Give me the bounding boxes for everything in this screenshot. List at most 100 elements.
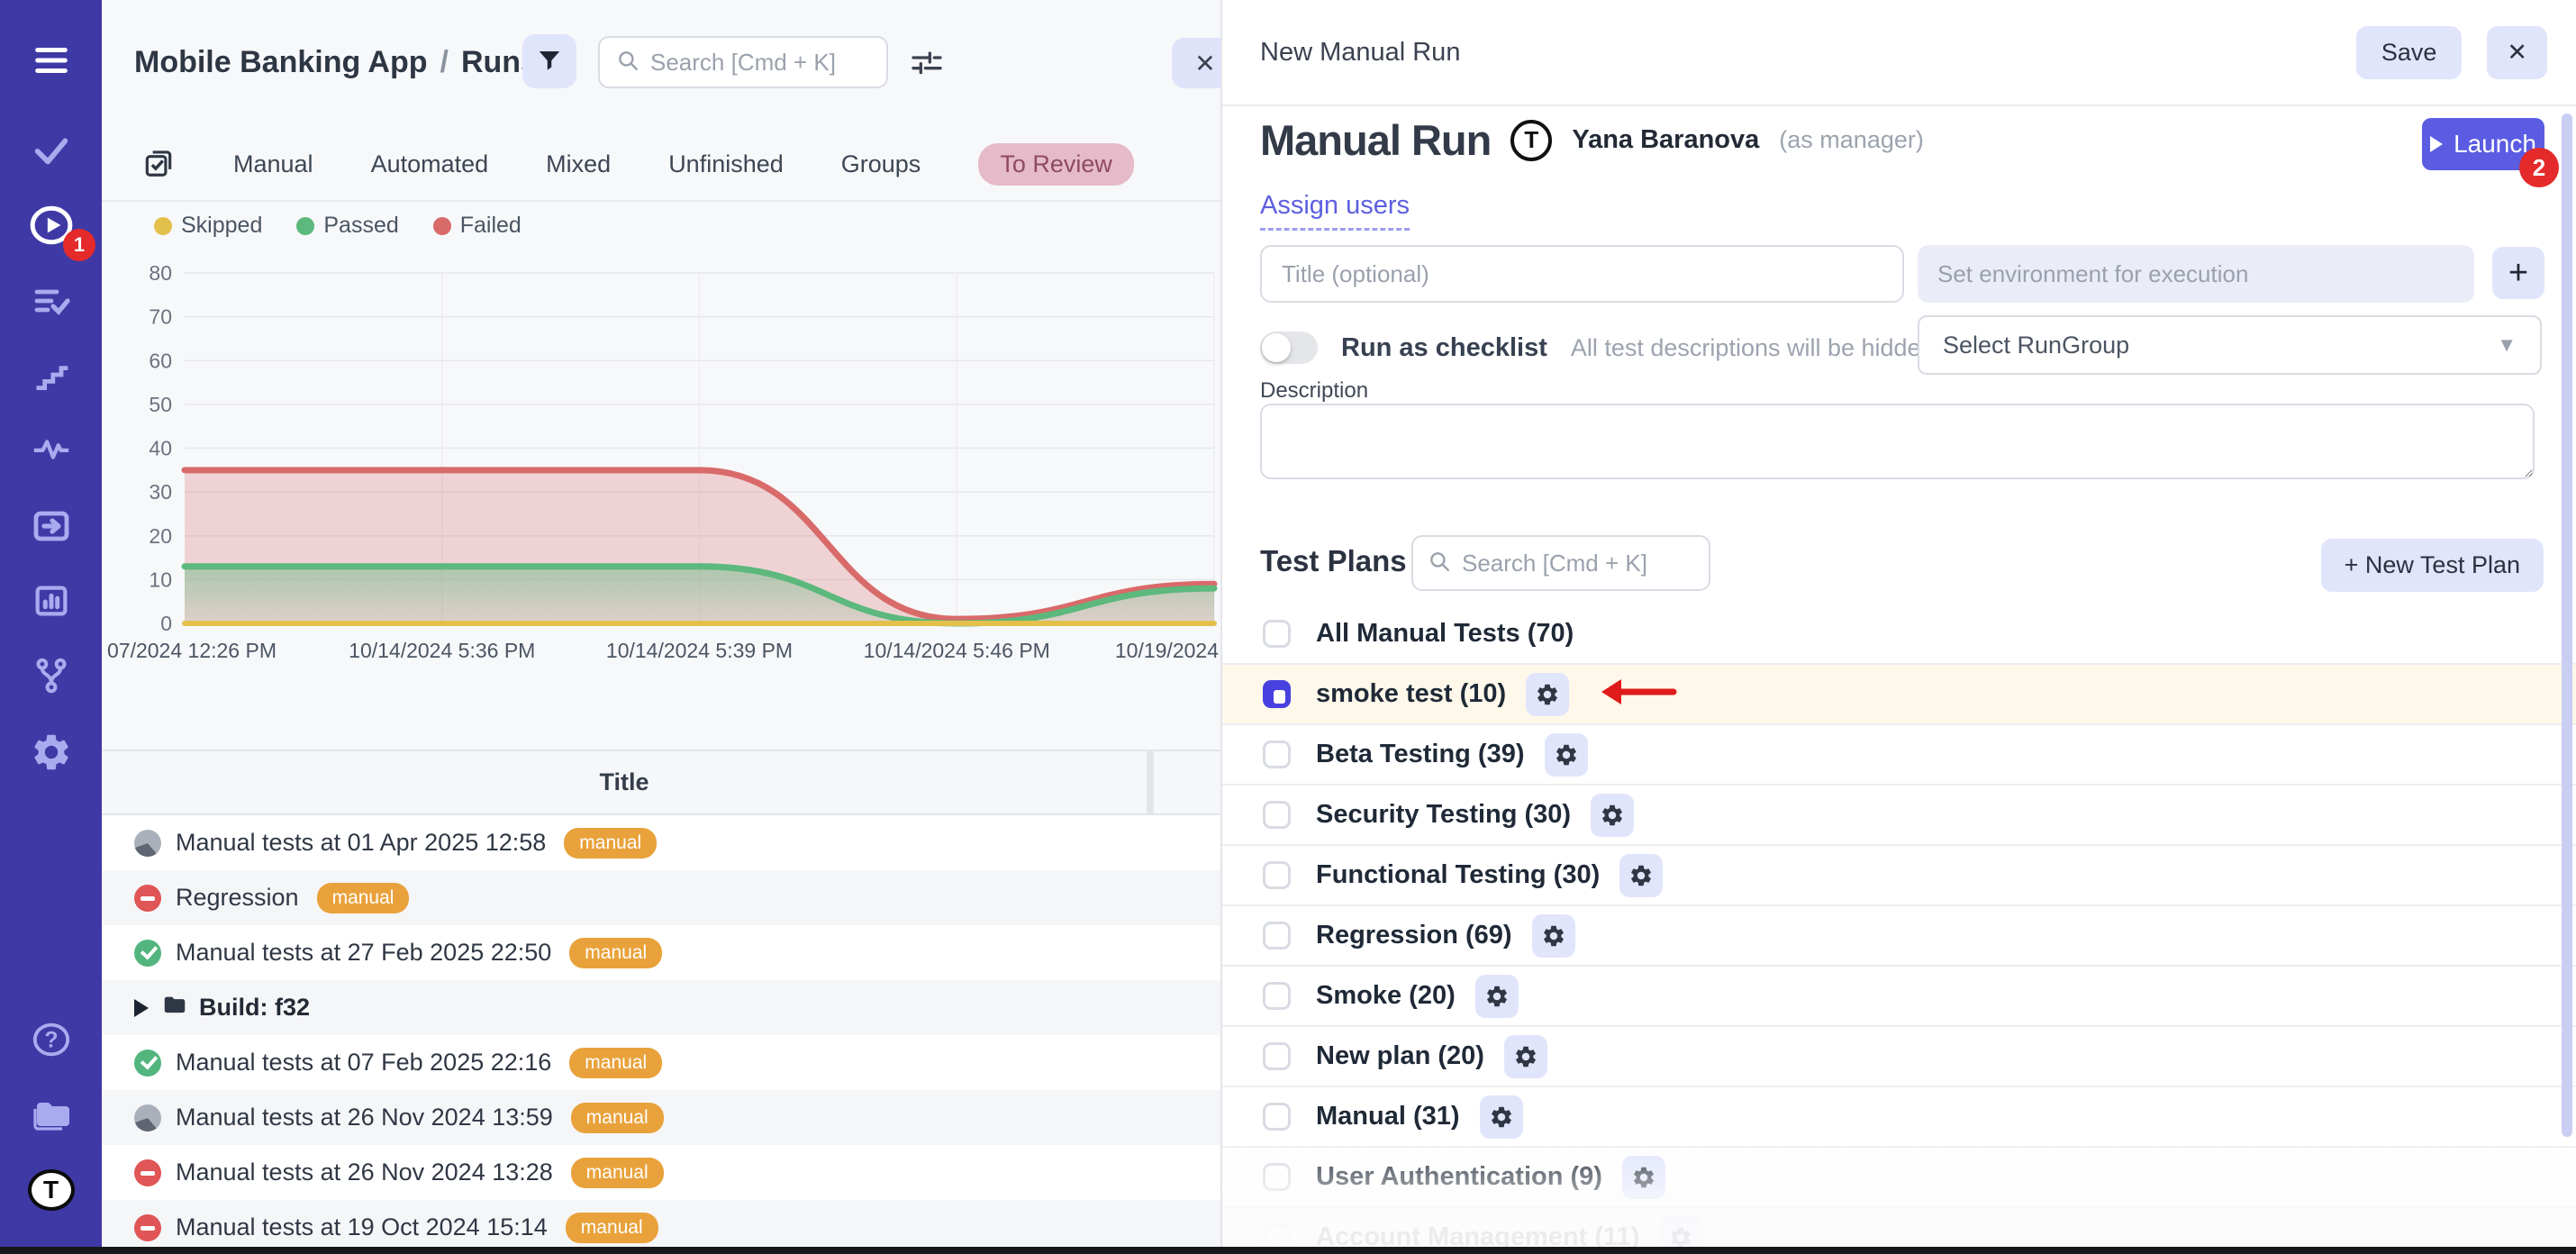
plan-settings-button[interactable]: [1545, 733, 1588, 777]
tab-mixed[interactable]: Mixed: [546, 150, 611, 178]
app-logo[interactable]: T: [0, 1161, 102, 1219]
plan-settings-button[interactable]: [1619, 854, 1663, 897]
plan-checkbox[interactable]: [1263, 620, 1291, 648]
checklist-toggle[interactable]: [1260, 332, 1318, 364]
plan-label[interactable]: smoke test (10): [1316, 679, 1506, 709]
panel-scrollbar[interactable]: [2562, 114, 2572, 1137]
save-button[interactable]: Save: [2356, 26, 2463, 79]
run-title-input[interactable]: [1260, 245, 1904, 303]
column-header-title[interactable]: Title: [102, 751, 1147, 813]
plan-checkbox[interactable]: [1263, 1163, 1291, 1191]
menu-icon[interactable]: [0, 32, 102, 89]
run-title[interactable]: Manual tests at 27 Feb 2025 22:50: [176, 939, 551, 967]
description-textarea[interactable]: [1260, 404, 2535, 479]
breadcrumb-project[interactable]: Mobile Banking App: [134, 45, 428, 80]
steps-icon[interactable]: [0, 346, 102, 404]
help-icon[interactable]: ?: [0, 1011, 102, 1068]
test-plan-row[interactable]: All Manual Tests (70): [1222, 604, 2576, 665]
projects-folder-icon[interactable]: [0, 1086, 102, 1143]
expand-arrow-icon[interactable]: [134, 999, 149, 1017]
plan-settings-button[interactable]: [1480, 1095, 1523, 1139]
table-row[interactable]: Manual tests at 01 Apr 2025 12:58 manual: [102, 815, 1220, 870]
results-list-icon[interactable]: [0, 272, 102, 330]
table-row[interactable]: Manual tests at 26 Nov 2024 13:59 manual: [102, 1090, 1220, 1145]
plan-label[interactable]: Regression (69): [1316, 921, 1512, 950]
run-title[interactable]: Manual tests at 26 Nov 2024 13:28: [176, 1159, 553, 1186]
plan-settings-button[interactable]: [1526, 673, 1569, 716]
test-plan-row[interactable]: Functional Testing (30): [1222, 846, 2576, 906]
select-all-icon[interactable]: [141, 145, 176, 184]
test-plan-row[interactable]: Manual (31): [1222, 1087, 2576, 1148]
plan-label[interactable]: New plan (20): [1316, 1041, 1484, 1071]
group-title[interactable]: Build: f32: [199, 994, 310, 1022]
plan-checkbox[interactable]: [1263, 982, 1291, 1010]
test-plan-row[interactable]: Regression (69): [1222, 906, 2576, 967]
plan-label[interactable]: Smoke (20): [1316, 981, 1456, 1011]
tab-groups[interactable]: Groups: [841, 150, 921, 178]
test-plans-search-input[interactable]: [1462, 550, 1694, 577]
tab-unfinished[interactable]: Unfinished: [668, 150, 784, 178]
view-settings-button[interactable]: [907, 47, 947, 79]
main-sidebar: 1 ? T: [0, 0, 102, 1254]
bottom-edge: [0, 1247, 2576, 1254]
plan-checkbox[interactable]: [1263, 1103, 1291, 1131]
runs-search-input[interactable]: [650, 49, 870, 77]
tab-manual[interactable]: Manual: [233, 150, 313, 178]
run-title[interactable]: Regression: [176, 884, 299, 912]
run-title[interactable]: Manual tests at 01 Apr 2025 12:58: [176, 829, 546, 857]
chevron-down-icon: ▼: [2497, 333, 2517, 357]
close-runs-panel-button[interactable]: ✕: [1172, 38, 1220, 88]
plan-label[interactable]: Manual (31): [1316, 1102, 1460, 1131]
table-row[interactable]: Manual tests at 19 Oct 2024 15:14 manual: [102, 1200, 1220, 1254]
plan-checkbox[interactable]: [1263, 1042, 1291, 1070]
pulse-icon[interactable]: [0, 420, 102, 477]
integrations-branch-icon[interactable]: [0, 647, 102, 704]
filter-button[interactable]: [522, 34, 576, 88]
settings-gear-icon[interactable]: [0, 723, 102, 781]
test-plan-row[interactable]: smoke test (10): [1222, 665, 2576, 725]
test-plan-row[interactable]: Security Testing (30): [1222, 786, 2576, 846]
plan-label[interactable]: Beta Testing (39): [1316, 740, 1525, 769]
plan-checkbox[interactable]: [1263, 922, 1291, 950]
plan-checkbox[interactable]: [1263, 741, 1291, 768]
run-title[interactable]: Manual tests at 26 Nov 2024 13:59: [176, 1104, 553, 1131]
test-plan-row[interactable]: Smoke (20): [1222, 967, 2576, 1027]
tab-automated[interactable]: Automated: [371, 150, 489, 178]
plan-label[interactable]: All Manual Tests (70): [1316, 619, 1574, 649]
analytics-icon[interactable]: [0, 572, 102, 630]
table-row[interactable]: Manual tests at 26 Nov 2024 13:28 manual: [102, 1145, 1220, 1200]
table-row[interactable]: Manual tests at 07 Feb 2025 22:16 manual: [102, 1035, 1220, 1090]
plan-label[interactable]: Security Testing (30): [1316, 800, 1571, 830]
plan-settings-button[interactable]: [1591, 794, 1634, 837]
plan-checkbox[interactable]: [1263, 680, 1291, 708]
environment-input[interactable]: [1918, 245, 2474, 303]
plan-label[interactable]: Functional Testing (30): [1316, 860, 1600, 890]
test-plan-row[interactable]: User Authentication (9): [1222, 1148, 2576, 1208]
plan-checkbox[interactable]: [1263, 801, 1291, 829]
add-environment-button[interactable]: +: [2492, 247, 2544, 299]
tests-check-icon[interactable]: [0, 121, 102, 178]
plan-settings-button[interactable]: [1532, 914, 1575, 958]
table-row[interactable]: Manual tests at 27 Feb 2025 22:50 manual: [102, 925, 1220, 980]
test-plan-row[interactable]: New plan (20): [1222, 1027, 2576, 1087]
import-icon[interactable]: [0, 497, 102, 555]
plan-settings-button[interactable]: [1622, 1156, 1665, 1199]
plan-settings-button[interactable]: [1504, 1035, 1547, 1078]
test-plan-row[interactable]: Beta Testing (39): [1222, 725, 2576, 786]
run-title[interactable]: Manual tests at 07 Feb 2025 22:16: [176, 1049, 551, 1077]
table-group-row[interactable]: Build: f32: [102, 980, 1220, 1035]
assign-users-link[interactable]: Assign users: [1260, 191, 1410, 231]
plan-label[interactable]: User Authentication (9): [1316, 1162, 1602, 1192]
plan-checkbox[interactable]: [1263, 861, 1291, 889]
table-row[interactable]: Regression manual: [102, 870, 1220, 925]
svg-text:10: 10: [149, 568, 172, 591]
rungroup-select[interactable]: Select RunGroup ▼: [1918, 315, 2542, 375]
manager-avatar[interactable]: T: [1510, 120, 1552, 161]
plan-settings-button[interactable]: [1475, 975, 1519, 1018]
new-test-plan-button[interactable]: + New Test Plan: [2321, 539, 2544, 592]
close-panel-button[interactable]: ✕: [2487, 26, 2547, 79]
run-status-icon: [134, 1104, 161, 1131]
run-title[interactable]: Manual tests at 19 Oct 2024 15:14: [176, 1213, 548, 1241]
tab-to-review[interactable]: To Review: [978, 143, 1134, 186]
column-divider[interactable]: [1147, 751, 1154, 813]
